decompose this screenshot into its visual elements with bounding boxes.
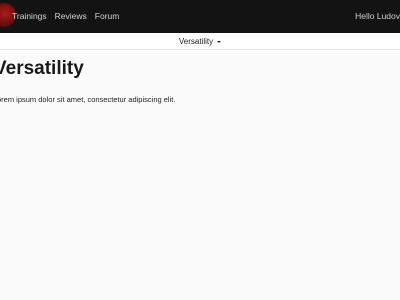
sub-navbar: Versatility (0, 33, 400, 50)
nav-link-trainings[interactable]: Trainings (12, 0, 47, 33)
body-text: orem ipsum dolor sit amet, consectetur a… (0, 95, 176, 104)
user-greeting[interactable]: Hello Ludov (355, 0, 400, 33)
caret-down-icon (217, 40, 222, 43)
nav-link-forum[interactable]: Forum (95, 0, 120, 33)
versatility-dropdown[interactable]: Versatility (178, 36, 222, 46)
page-title: Versatility (0, 58, 84, 79)
top-navbar: Trainings Reviews Forum Hello Ludov (0, 0, 400, 33)
page: Trainings Reviews Forum Hello Ludov Vers… (0, 0, 400, 300)
nav-links: Trainings Reviews Forum (12, 0, 119, 33)
nav-link-reviews[interactable]: Reviews (55, 0, 87, 33)
dropdown-label: Versatility (178, 36, 214, 46)
